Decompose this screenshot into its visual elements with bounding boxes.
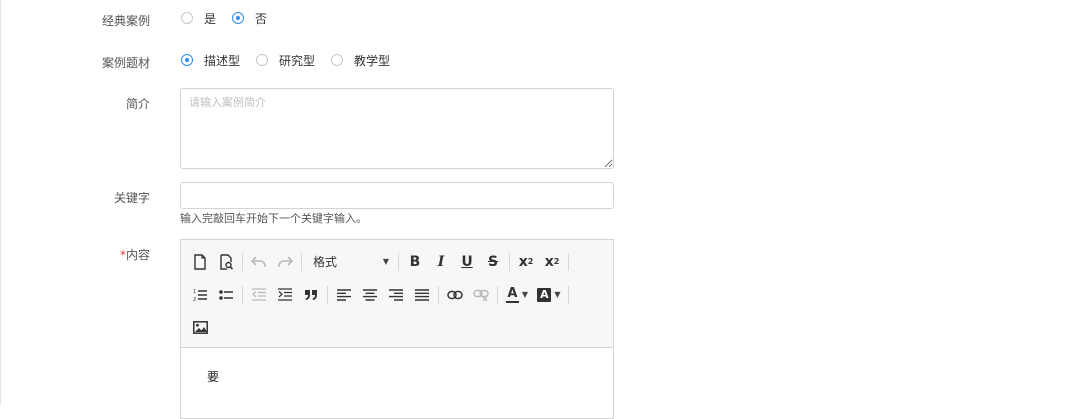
italic-icon[interactable]: I	[428, 250, 454, 274]
align-left-icon[interactable]	[331, 283, 357, 307]
toolbar-separator	[497, 285, 498, 304]
content-label: *内容	[0, 246, 150, 263]
text-color-icon[interactable]: A ▼	[501, 283, 533, 307]
radio-label-research: 研究型	[279, 53, 316, 68]
redo-icon[interactable]	[272, 250, 298, 274]
new-document-icon[interactable]	[187, 250, 213, 274]
keywords-input[interactable]	[180, 182, 614, 209]
chevron-down-icon: ▼	[521, 290, 529, 299]
toolbar-separator	[568, 252, 569, 271]
image-icon[interactable]	[187, 316, 213, 340]
radio-circle[interactable]	[232, 12, 245, 24]
toolbar-separator	[568, 285, 569, 304]
format-dropdown[interactable]: 格式 ▼	[305, 250, 395, 274]
toolbar-row-3	[187, 311, 607, 344]
superscript-icon[interactable]: x2	[539, 250, 565, 274]
rich-text-editor: 格式 ▼ B I U S x2 x2 12 A ▼ A ▼ 要	[180, 239, 614, 419]
chevron-down-icon: ▼	[554, 290, 561, 299]
classic-case-label: 经典案例	[101, 14, 150, 28]
toolbar-separator	[398, 252, 399, 271]
case-topic-label: 案例题材	[101, 56, 150, 70]
topic-research-radio[interactable]: 研究型	[256, 52, 315, 69]
intro-label: 简介	[125, 97, 150, 111]
preview-icon[interactable]	[213, 250, 239, 274]
editor-content-area[interactable]: 要	[181, 348, 613, 405]
radio-label-yes: 是	[204, 11, 217, 26]
superscript-index: 2	[553, 257, 560, 266]
toolbar-separator	[327, 285, 328, 304]
classic-case-yes-radio[interactable]: 是	[181, 10, 216, 27]
text-color-glyph: A	[507, 285, 518, 301]
bg-color-glyph: A	[537, 287, 552, 302]
radio-circle[interactable]	[331, 54, 344, 66]
justify-icon[interactable]	[409, 283, 435, 307]
classic-case-radio-group: 是 否	[181, 10, 283, 26]
bold-icon[interactable]: B	[402, 250, 428, 274]
underline-icon[interactable]: U	[454, 250, 480, 274]
keywords-label: 关键字	[113, 191, 150, 205]
indent-icon[interactable]	[272, 283, 298, 307]
topic-descriptive-radio[interactable]: 描述型	[181, 52, 240, 69]
toolbar-row-2: 12 A ▼ A ▼	[187, 278, 607, 311]
radio-label-teaching: 教学型	[354, 53, 391, 68]
unlink-icon[interactable]	[468, 283, 494, 307]
toolbar-separator	[509, 252, 510, 271]
subscript-icon[interactable]: x2	[513, 250, 539, 274]
superscript-glyph: x	[544, 253, 554, 270]
classic-case-no-radio[interactable]: 否	[232, 10, 267, 27]
svg-text:1: 1	[193, 289, 196, 295]
toolbar-separator	[242, 285, 243, 304]
intro-textarea[interactable]	[180, 88, 614, 169]
format-dropdown-label: 格式	[313, 255, 338, 269]
blockquote-icon[interactable]	[298, 283, 324, 307]
subscript-index: 2	[527, 257, 534, 266]
chevron-down-icon: ▼	[382, 257, 389, 266]
color-bar	[505, 300, 519, 303]
editor-body-text: 要	[207, 370, 220, 384]
radio-circle[interactable]	[256, 54, 269, 66]
content-label-text: 内容	[125, 248, 150, 262]
align-center-icon[interactable]	[357, 283, 383, 307]
background-color-icon[interactable]: A ▼	[533, 283, 565, 307]
toolbar-row-1: 格式 ▼ B I U S x2 x2	[187, 245, 607, 278]
radio-label-no: 否	[255, 11, 268, 26]
toolbar-separator	[301, 252, 302, 271]
outdent-icon[interactable]	[246, 283, 272, 307]
radio-circle[interactable]	[181, 12, 193, 24]
toolbar-separator	[438, 285, 439, 304]
link-icon[interactable]	[442, 283, 468, 307]
case-topic-radio-group: 描述型 研究型 教学型	[181, 52, 406, 68]
align-right-icon[interactable]	[383, 283, 409, 307]
bulleted-list-icon[interactable]	[213, 283, 239, 307]
editor-toolbar: 格式 ▼ B I U S x2 x2 12 A ▼ A ▼	[181, 240, 613, 348]
subscript-glyph: x	[518, 253, 528, 270]
radio-circle[interactable]	[181, 54, 193, 66]
numbered-list-icon[interactable]: 12	[187, 283, 213, 307]
svg-text:2: 2	[193, 297, 196, 302]
keywords-hint: 输入完敲回车开始下一个关键字输入。	[180, 212, 367, 225]
strikethrough-icon[interactable]: S	[480, 250, 506, 274]
radio-label-descriptive: 描述型	[204, 53, 241, 68]
topic-teaching-radio[interactable]: 教学型	[331, 52, 390, 69]
undo-icon[interactable]	[246, 250, 272, 274]
toolbar-separator	[242, 252, 243, 271]
